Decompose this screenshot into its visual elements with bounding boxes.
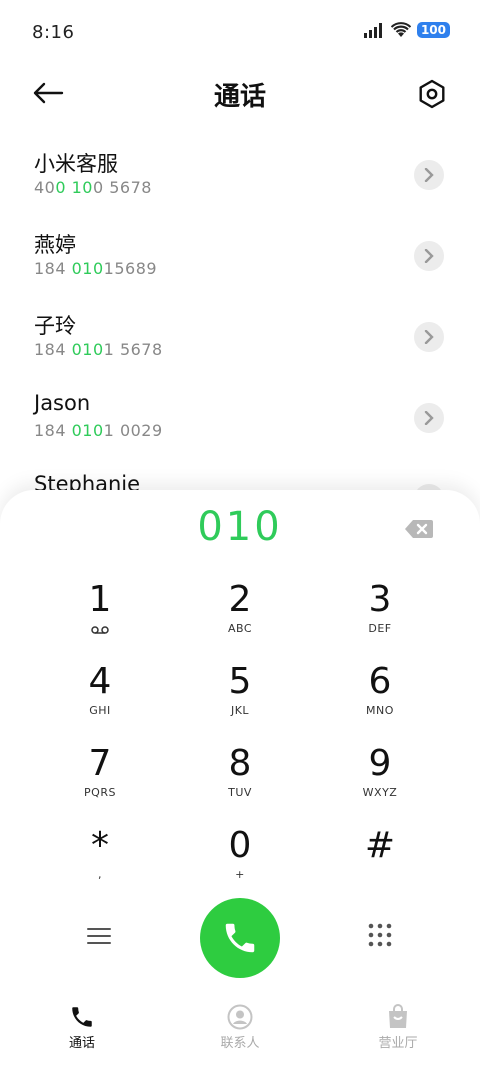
contact-name: 子玲 bbox=[34, 314, 76, 338]
chevron-right-icon bbox=[424, 330, 434, 344]
contact-number: 184 0101 5678 bbox=[34, 340, 163, 359]
key-star[interactable]: * , bbox=[40, 826, 160, 902]
key-6[interactable]: 6 MNO bbox=[320, 662, 440, 738]
contact-number: 184 0101 0029 bbox=[34, 421, 163, 440]
signal-icon bbox=[363, 23, 382, 38]
key-3[interactable]: 3 DEF bbox=[320, 580, 440, 656]
contact-row[interactable]: 小米客服 400 100 5678 bbox=[0, 140, 480, 221]
status-icons: 100 bbox=[363, 22, 450, 38]
header: 通话 bbox=[0, 64, 480, 124]
key-8[interactable]: 8 TUV bbox=[180, 744, 300, 820]
key-hash[interactable]: # bbox=[320, 826, 440, 902]
dialpad-panel: 010 1 2 ABC 3 DEF 4 GHI 5 JKL 6 MNO 7 PQ… bbox=[0, 490, 480, 1067]
chevron-right-icon bbox=[424, 249, 434, 263]
contact-number: 184 01015689 bbox=[34, 259, 158, 278]
contact-name: 小米客服 bbox=[34, 152, 118, 176]
tab-calls[interactable]: 通话 bbox=[32, 1000, 132, 1051]
key-2[interactable]: 2 ABC bbox=[180, 580, 300, 656]
key-7[interactable]: 7 PQRS bbox=[40, 744, 160, 820]
tab-label: 营业厅 bbox=[378, 1036, 418, 1051]
tab-label: 通话 bbox=[68, 1036, 95, 1051]
menu-icon[interactable] bbox=[86, 926, 112, 946]
chevron-right-icon bbox=[424, 411, 434, 425]
contact-list: 小米客服 400 100 5678 燕婷 184 01015689 子玲 184… bbox=[0, 140, 480, 500]
phone-icon bbox=[225, 923, 255, 953]
key-1[interactable]: 1 bbox=[40, 580, 160, 656]
status-time: 8:16 bbox=[32, 22, 75, 43]
call-button[interactable] bbox=[200, 898, 280, 978]
tab-label: 联系人 bbox=[220, 1036, 260, 1051]
keypad-grid-icon[interactable] bbox=[367, 922, 393, 948]
battery-indicator: 100 bbox=[416, 22, 450, 38]
key-5[interactable]: 5 JKL bbox=[180, 662, 300, 738]
page-title: 通话 bbox=[213, 82, 266, 112]
settings-icon[interactable] bbox=[416, 78, 448, 110]
contact-row[interactable]: 燕婷 184 01015689 bbox=[0, 221, 480, 302]
tab-store[interactable]: 营业厅 bbox=[348, 1000, 448, 1051]
key-0[interactable]: 0 + bbox=[180, 826, 300, 902]
backspace-icon[interactable] bbox=[404, 518, 434, 540]
voicemail-icon bbox=[91, 626, 109, 634]
contact-name: 燕婷 bbox=[34, 233, 76, 257]
chevron-right-icon bbox=[424, 168, 434, 182]
bottom-nav: 通话 联系人 营业厅 bbox=[0, 1000, 480, 1067]
contact-number: 400 100 5678 bbox=[34, 178, 152, 197]
wifi-icon bbox=[390, 22, 411, 37]
status-bar: 8:16 100 bbox=[0, 0, 480, 64]
contact-row[interactable]: Jason 184 0101 0029 bbox=[0, 383, 480, 464]
contact-detail-button[interactable] bbox=[414, 403, 444, 433]
contact-detail-button[interactable] bbox=[414, 160, 444, 190]
dial-actions bbox=[0, 898, 480, 980]
tab-contacts[interactable]: 联系人 bbox=[190, 1000, 290, 1051]
key-9[interactable]: 9 WXYZ bbox=[320, 744, 440, 820]
contact-row[interactable]: 子玲 184 0101 5678 bbox=[0, 302, 480, 383]
contact-name: Jason bbox=[34, 391, 91, 415]
store-icon bbox=[389, 1004, 407, 1028]
phone-icon bbox=[72, 1007, 92, 1027]
key-4[interactable]: 4 GHI bbox=[40, 662, 160, 738]
contact-detail-button[interactable] bbox=[414, 322, 444, 352]
contact-detail-button[interactable] bbox=[414, 241, 444, 271]
contact-icon bbox=[227, 1004, 253, 1030]
